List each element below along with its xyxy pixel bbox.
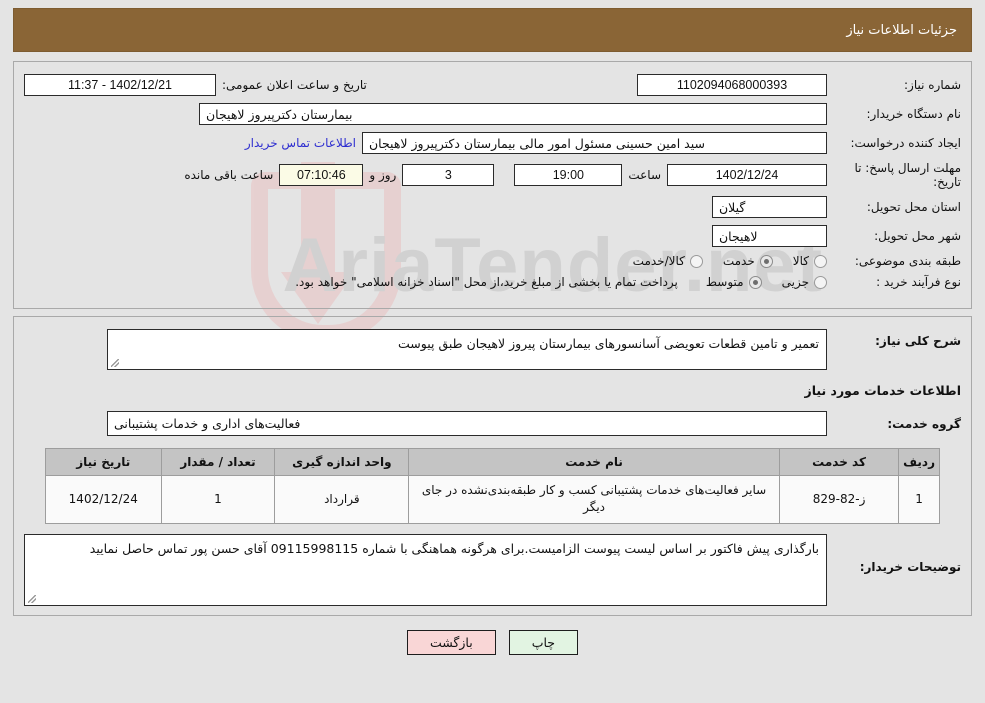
requester-label: ایجاد کننده درخواست:	[850, 136, 961, 150]
need-number-field[interactable]: 1102094068000393	[637, 74, 827, 96]
page-title: جزئیات اطلاعات نیاز	[846, 22, 957, 38]
public-announce-label: تاریخ و ساعت اعلان عمومی:	[222, 78, 367, 92]
process-note: پرداخت تمام یا بخشی از مبلغ خرید،از محل …	[295, 275, 678, 290]
radio-icon-jozee[interactable]	[814, 275, 827, 289]
deadline-date-field[interactable]: 1402/12/24	[667, 164, 827, 187]
col-code: کد خدمت	[778, 448, 900, 476]
radio-icon-kala-khedmat[interactable]	[689, 254, 703, 268]
process-option-label-1: متوسط	[705, 275, 744, 290]
province-label: استان محل تحویل:	[866, 200, 961, 215]
category-radio-khedmat[interactable]: خدمت	[709, 254, 773, 268]
category-option-label-2: کالا/خدمت	[632, 254, 685, 269]
cell-qty: 1	[160, 475, 276, 524]
city-field[interactable]: لاهیجان	[712, 225, 827, 248]
process-label: نوع فرآیند خرید :	[876, 275, 961, 290]
category-option-label-1: خدمت	[722, 254, 755, 269]
public-announce-field[interactable]: 1402/12/21 - 11:37	[24, 74, 216, 96]
cell-radif: 1	[898, 475, 940, 524]
need-details-panel: شرح کلی نیاز: تعمیر و تامین قطعات تعویضی…	[13, 316, 972, 616]
row-deadline: مهلت ارسال پاسخ: تا تاریخ: 1402/12/24 سا…	[24, 161, 961, 189]
countdown-field: 07:10:46	[279, 164, 364, 187]
back-button[interactable]: بازگشت	[407, 630, 496, 655]
table-header-row: ردیف کد خدمت نام خدمت واحد اندازه گیری ت…	[45, 448, 940, 476]
process-radio-motavaset[interactable]: متوسط	[692, 275, 762, 289]
row-general-desc: شرح کلی نیاز: تعمیر و تامین قطعات تعویضی…	[24, 329, 961, 370]
row-city: شهر محل تحویل: لاهیجان	[24, 225, 961, 248]
radio-icon-kala[interactable]	[814, 254, 827, 268]
category-label: طبقه بندی موضوعی:	[854, 254, 961, 269]
remaining-days-field[interactable]: 3	[402, 164, 495, 187]
category-option-label-0: کالا	[792, 254, 809, 269]
row-buyer-org: نام دستگاه خریدار: بیمارستان دکترپیروز ل…	[24, 103, 961, 125]
radio-icon-motavaset[interactable]	[748, 275, 762, 289]
requester-field[interactable]: سید امین حسینی مسئول امور مالی بیمارستان…	[362, 132, 827, 154]
cell-code: ز-82-829	[778, 475, 900, 524]
hour-label: ساعت	[628, 168, 661, 183]
general-desc-label: شرح کلی نیاز:	[875, 334, 961, 348]
need-number-label: شماره نیاز:	[904, 78, 961, 92]
cell-date: 1402/12/24	[45, 475, 162, 524]
services-section-title: اطلاعات خدمات مورد نیاز	[804, 383, 962, 398]
row-need-number: شماره نیاز: 1102094068000393 تاریخ و ساع…	[24, 74, 961, 96]
row-process-type: نوع فرآیند خرید : جزیی متوسط پرداخت تمام…	[24, 275, 961, 289]
process-option-label-0: جزیی	[781, 275, 809, 290]
deadline-label: مهلت ارسال پاسخ: تا تاریخ:	[854, 161, 961, 190]
process-radio-jozee[interactable]: جزیی	[768, 275, 827, 289]
buyer-notes-textarea[interactable]: بارگذاری پیش فاکتور بر اساس لیست پیوست ا…	[24, 533, 827, 606]
cell-unit: قرارداد	[274, 475, 410, 524]
category-radio-kala[interactable]: کالا	[779, 254, 827, 268]
col-unit: واحد اندازه گیری	[274, 448, 410, 476]
service-group-field[interactable]: فعالیت‌های اداری و خدمات پشتیبانی	[107, 411, 827, 436]
category-radio-kala-khedmat[interactable]: کالا/خدمت	[619, 254, 703, 268]
table-row: 1 ز-82-829 سایر فعالیت‌های خدمات پشتیبان…	[45, 475, 940, 524]
buyer-org-field[interactable]: بیمارستان دکترپیروز لاهیجان	[199, 103, 827, 125]
page-root: جزئیات اطلاعات نیاز شماره نیاز: 11020940…	[0, 0, 985, 655]
general-desc-textarea[interactable]: تعمیر و تامین قطعات تعویضی آسانسورهای بی…	[107, 329, 827, 370]
cell-name: سایر فعالیت‌های خدمات پشتیبانی کسب و کار…	[408, 475, 780, 524]
service-group-label: گروه خدمت:	[887, 416, 961, 431]
remaining-hours-label: ساعت باقی مانده	[184, 168, 274, 183]
row-service-group: گروه خدمت: فعالیت‌های اداری و خدمات پشتی…	[24, 411, 961, 436]
deadline-time-field[interactable]: 19:00	[514, 164, 623, 187]
page-title-bar: جزئیات اطلاعات نیاز	[13, 8, 972, 52]
col-radif: ردیف	[898, 448, 940, 476]
buyer-notes-label: توضیحات خریدار:	[859, 559, 961, 574]
col-name: نام خدمت	[408, 448, 780, 476]
action-button-bar: چاپ بازگشت	[13, 630, 972, 655]
buyer-contact-link[interactable]: اطلاعات تماس خریدار	[245, 136, 356, 150]
need-summary-panel: شماره نیاز: 1102094068000393 تاریخ و ساع…	[13, 61, 972, 309]
city-label: شهر محل تحویل:	[874, 229, 961, 244]
row-buyer-notes: توضیحات خریدار: بارگذاری پیش فاکتور بر ا…	[24, 533, 961, 606]
col-qty: تعداد / مقدار	[160, 448, 276, 476]
print-button[interactable]: چاپ	[508, 630, 579, 655]
row-category: طبقه بندی موضوعی: کالا خدمت کالا/خدمت	[24, 254, 961, 268]
radio-icon-khedmat[interactable]	[759, 254, 773, 268]
days-label: روز و	[369, 168, 397, 183]
services-table: ردیف کد خدمت نام خدمت واحد اندازه گیری ت…	[45, 448, 940, 524]
row-requester: ایجاد کننده درخواست: سید امین حسینی مسئو…	[24, 132, 961, 154]
province-field[interactable]: گیلان	[712, 196, 827, 219]
row-province: استان محل تحویل: گیلان	[24, 196, 961, 219]
buyer-org-label: نام دستگاه خریدار:	[866, 107, 962, 121]
col-date: تاریخ نیاز	[45, 448, 162, 476]
